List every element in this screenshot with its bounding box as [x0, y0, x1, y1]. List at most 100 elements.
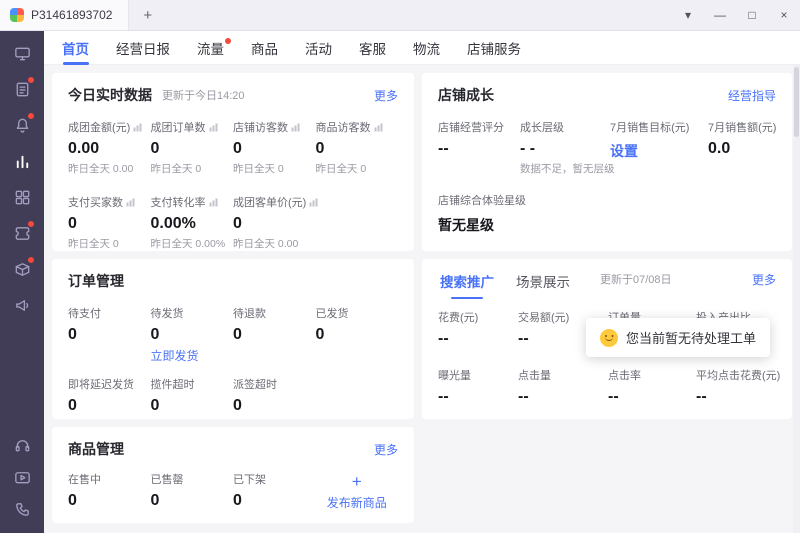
metric-label: 花费(元) — [438, 312, 479, 324]
sidebar-item-workbench[interactable] — [0, 35, 44, 71]
metric-product-visitors: 商品访客数 0 昨日全天 0 — [316, 119, 399, 176]
metric-value: -- — [518, 388, 529, 405]
updated-text: 更新于今日14:20 — [162, 90, 245, 102]
metric-impressions: 曝光量 -- — [438, 367, 518, 409]
metric-sales-target: 7月销售目标(元) 设置 — [610, 119, 708, 176]
business-guide-link[interactable]: 经营指导 — [728, 87, 776, 104]
phone-icon — [15, 502, 29, 516]
metric-value: 0 — [150, 140, 160, 157]
notification-dot — [27, 256, 35, 264]
metric-label: 在售中 — [68, 474, 101, 486]
shop-star-rating: 店铺综合体验星级 暂无星级 — [438, 192, 776, 235]
metric-value: 0 — [150, 492, 160, 509]
metric-avg-cpc: 平均点击花费(元) -- — [696, 367, 780, 409]
sidebar-item-marketing[interactable] — [0, 215, 44, 251]
metric-value: 0 — [233, 492, 242, 509]
metric-label: 店铺经营评分 — [438, 122, 504, 134]
metric-label: 待支付 — [68, 308, 101, 320]
collapse-button[interactable]: ▾ — [672, 0, 704, 30]
mini-chart-icon[interactable] — [374, 123, 383, 132]
card-title: 订单管理 — [68, 273, 124, 289]
sidebar-item-video[interactable] — [0, 461, 44, 493]
metric-delivery-timeout: 派签超时 0 — [233, 376, 316, 418]
metric-value: 0 — [150, 397, 160, 414]
metric-value: -- — [438, 140, 449, 157]
metric-value: 0 — [233, 326, 242, 343]
maximize-button[interactable]: □ — [736, 0, 768, 30]
new-tab-button[interactable]: + — [143, 8, 152, 23]
set-target-link[interactable]: 设置 — [610, 141, 708, 161]
tab-campaigns[interactable]: 活动 — [305, 31, 332, 65]
metric-label: 点击量 — [518, 370, 551, 382]
metric-shipped: 已发货 0 — [316, 305, 399, 364]
mini-chart-icon[interactable] — [309, 198, 318, 207]
tab-products[interactable]: 商品 — [251, 31, 278, 65]
metric-label: 支付转化率 — [150, 197, 206, 209]
close-button[interactable]: × — [768, 0, 800, 30]
tab-customer-service[interactable]: 客服 — [359, 31, 386, 65]
metric-delisted: 已下架 0 — [233, 471, 316, 513]
metric-label: 商品访客数 — [315, 122, 371, 134]
notification-dot — [225, 38, 231, 44]
metric-value: 0 — [233, 215, 242, 232]
notification-dot — [27, 112, 35, 120]
tab-daily-report[interactable]: 经营日报 — [116, 31, 170, 65]
sidebar-item-inventory[interactable] — [0, 251, 44, 287]
window-controls: ▾ — □ × — [672, 0, 800, 30]
tab-label: 场景展示 — [516, 275, 570, 290]
star-label: 店铺综合体验星级 — [438, 195, 526, 207]
metric-pickup-timeout: 揽件超时 0 — [151, 376, 234, 418]
sidebar-item-apps[interactable] — [0, 179, 44, 215]
more-link[interactable]: 更多 — [374, 87, 398, 104]
app-window: P31461893702 + ▾ — □ × 首页 经营日报 流量 商品 活动 … — [0, 0, 800, 533]
ship-now-link[interactable]: 立即发货 — [151, 347, 234, 364]
metric-label: 成团订单数 — [150, 122, 206, 134]
sidebar-item-support[interactable] — [0, 429, 44, 461]
mini-chart-icon[interactable] — [133, 123, 142, 132]
metric-label: 成团金额(元) — [68, 122, 131, 134]
tab-scene-display[interactable]: 场景展示 — [514, 271, 572, 299]
scrollbar-thumb[interactable] — [794, 67, 799, 137]
tab-home[interactable]: 首页 — [62, 31, 89, 65]
sidebar-item-orders[interactable] — [0, 71, 44, 107]
metric-sold-out: 已售罄 0 — [151, 471, 234, 513]
metric-sales-amount: 7月销售额(元) 0.0 — [708, 119, 776, 176]
tab-traffic[interactable]: 流量 — [197, 31, 231, 65]
mini-chart-icon[interactable] — [209, 198, 218, 207]
sidebar-item-notifications[interactable] — [0, 107, 44, 143]
session-tab[interactable]: P31461893702 — [0, 0, 130, 30]
sidebar-item-phone[interactable] — [0, 493, 44, 525]
sidebar — [0, 31, 44, 533]
sidebar-item-announcement[interactable] — [0, 287, 44, 323]
tab-search-promotion[interactable]: 搜索推广 — [438, 271, 496, 299]
metric-shop-score: 店铺经营评分 -- — [438, 119, 520, 176]
metric-pending-shipment: 待发货 0 立即发货 — [151, 305, 234, 364]
metric-note: 数据不足，暂无层级 — [520, 163, 615, 175]
metric-value: 0.0 — [708, 140, 731, 157]
card-title: 商品管理 — [68, 441, 124, 457]
metric-value: 0 — [315, 140, 325, 157]
metric-value: 0 — [233, 140, 242, 157]
metric-value: 0 — [68, 492, 77, 509]
star-value: 暂无星级 — [438, 217, 494, 233]
publish-new-product-button[interactable]: + 发布新商品 — [316, 471, 399, 513]
more-link[interactable]: 更多 — [374, 441, 398, 458]
metric-label: 支付买家数 — [68, 197, 123, 209]
mini-chart-icon[interactable] — [126, 198, 135, 207]
metric-label: 已售罄 — [150, 474, 184, 486]
analytics-icon — [16, 155, 28, 168]
mini-chart-icon[interactable] — [291, 123, 300, 132]
sidebar-item-analytics[interactable] — [0, 143, 44, 179]
tab-shop-services[interactable]: 店铺服务 — [467, 31, 521, 65]
today-realtime-card: 今日实时数据 更新于今日14:20 更多 成团金额(元) 0.00 昨日全天 0… — [52, 73, 414, 251]
tab-logistics[interactable]: 物流 — [413, 31, 440, 65]
order-management-card: 订单管理 待支付 0 待发货 0 立即发货 待退款 0 已发货 0 即将延迟发货… — [52, 259, 414, 419]
minimize-button[interactable]: — — [704, 0, 736, 30]
metric-label: 曝光量 — [438, 370, 471, 382]
metric-value: -- — [696, 388, 707, 405]
metric-value: 0.00% — [150, 215, 196, 232]
mini-chart-icon[interactable] — [209, 123, 218, 132]
metric-value: 0.00 — [68, 140, 100, 157]
card-title: 店铺成长 — [438, 87, 494, 103]
more-link[interactable]: 更多 — [752, 271, 776, 288]
